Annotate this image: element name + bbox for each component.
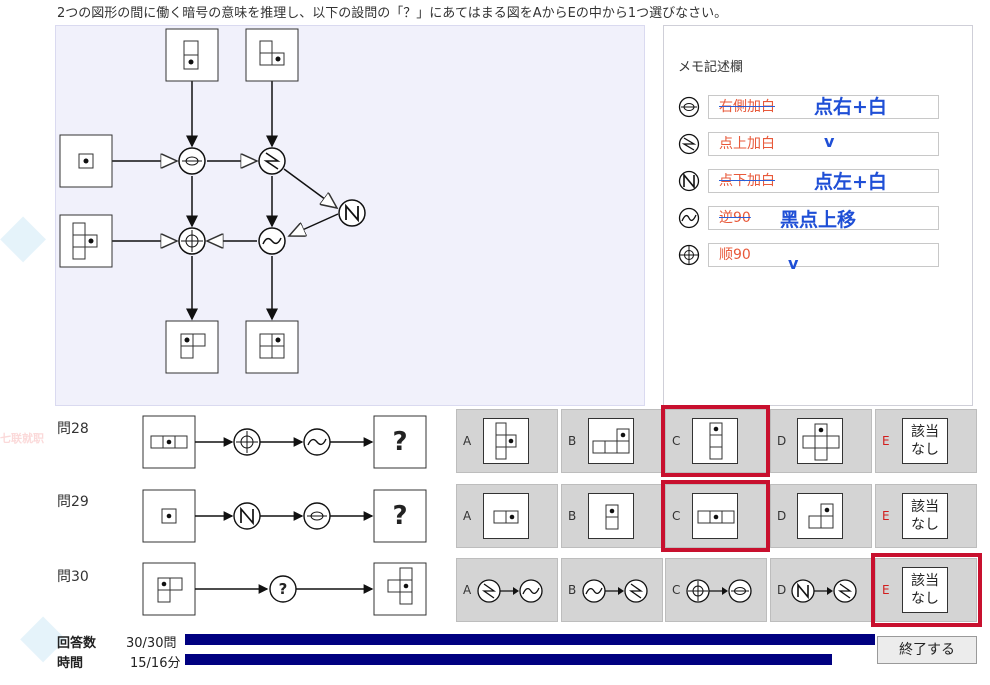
memo-panel: メモ記述欄 右側加白 点上加白 点下加白 逆90 顺90 点右+白 v 点左+白…: [663, 25, 973, 406]
zigzag-icon: [678, 133, 700, 155]
crosshair-icon: [233, 428, 261, 456]
memo-title: メモ記述欄: [678, 60, 744, 75]
handwritten-note: 点左+白: [814, 171, 887, 193]
wave-icon: [303, 428, 331, 456]
n-symbol-icon: [233, 502, 261, 530]
wave-icon: [258, 227, 286, 255]
memo-row: 点上加白: [678, 132, 968, 156]
instruction-text: 2つの図形の間に働く暗号の意味を推理し、以下の設問の「？」にあてはまる図をAから…: [57, 6, 728, 21]
option-e[interactable]: E 該当なし: [875, 409, 977, 473]
answered-value: 30/30問: [126, 636, 177, 651]
selected-option-highlight: [871, 553, 982, 627]
watermark-logo: ◆: [0, 200, 47, 270]
none-label: なし: [911, 517, 939, 533]
finish-button[interactable]: 終了する: [877, 636, 977, 664]
none-applies-box: 該当 なし: [902, 418, 948, 464]
time-progress-bar: [185, 654, 832, 665]
cipher-diagram: [59, 28, 366, 374]
none-applies-box: 該当 なし: [902, 493, 948, 539]
option-letter: A: [463, 583, 472, 597]
option-letter: B: [568, 434, 577, 448]
option-letter: B: [568, 509, 577, 523]
option-b[interactable]: B: [561, 558, 663, 622]
option-letter: D: [777, 509, 787, 523]
n-symbol-icon: [338, 199, 366, 227]
handwritten-note: 点右+白: [814, 96, 887, 118]
option-e[interactable]: E 該当なし: [875, 484, 977, 548]
watermark-text: 七联就职: [0, 432, 44, 445]
handwritten-check: v: [788, 254, 799, 273]
unknown-figure: ?: [392, 427, 408, 457]
answered-progress-bar: [185, 634, 875, 645]
answered-label: 回答数: [57, 636, 97, 651]
option-b[interactable]: B: [561, 484, 663, 548]
handwritten-note: 黑点上移: [780, 209, 857, 231]
option-letter: A: [463, 434, 472, 448]
option-d[interactable]: D: [770, 558, 872, 622]
handwritten-check: v: [824, 132, 835, 151]
none-label: 該当: [911, 499, 939, 515]
option-d[interactable]: D: [770, 484, 872, 548]
selected-option-highlight: [661, 480, 770, 552]
wave-icon: [678, 207, 700, 229]
question-label: 問28: [57, 421, 89, 437]
option-letter: D: [777, 434, 787, 448]
circle-bar-icon: [178, 147, 206, 175]
option-a[interactable]: A: [456, 484, 558, 548]
question-label: 問29: [57, 494, 89, 510]
option-letter: A: [463, 509, 472, 523]
option-letter: E: [882, 434, 890, 448]
option-b[interactable]: B: [561, 409, 663, 473]
time-label: 時間: [57, 656, 84, 671]
crosshair-icon: [678, 244, 700, 266]
option-letter: C: [672, 583, 681, 597]
unknown-figure: ?: [392, 501, 408, 531]
unknown-operator-label: ?: [278, 580, 288, 598]
option-a[interactable]: A: [456, 409, 558, 473]
zigzag-icon: [258, 147, 286, 175]
time-value: 15/16分: [130, 656, 181, 671]
selected-option-highlight: [661, 405, 770, 477]
n-symbol-icon: [678, 170, 700, 192]
memo-field[interactable]: 顺90: [708, 243, 939, 267]
circle-bar-icon: [303, 502, 331, 530]
option-letter: D: [777, 583, 787, 597]
option-letter: E: [882, 509, 890, 523]
memo-row: 顺90: [678, 243, 968, 267]
question-label: 問30: [57, 569, 89, 585]
none-label: なし: [911, 442, 939, 458]
circle-bar-icon: [678, 96, 700, 118]
option-a[interactable]: A: [456, 558, 558, 622]
example-diagram-panel: [55, 25, 645, 406]
option-c[interactable]: C: [665, 558, 767, 622]
option-d[interactable]: D: [770, 409, 872, 473]
option-letter: B: [568, 583, 577, 597]
none-label: 該当: [911, 424, 939, 440]
crosshair-icon: [178, 227, 206, 255]
